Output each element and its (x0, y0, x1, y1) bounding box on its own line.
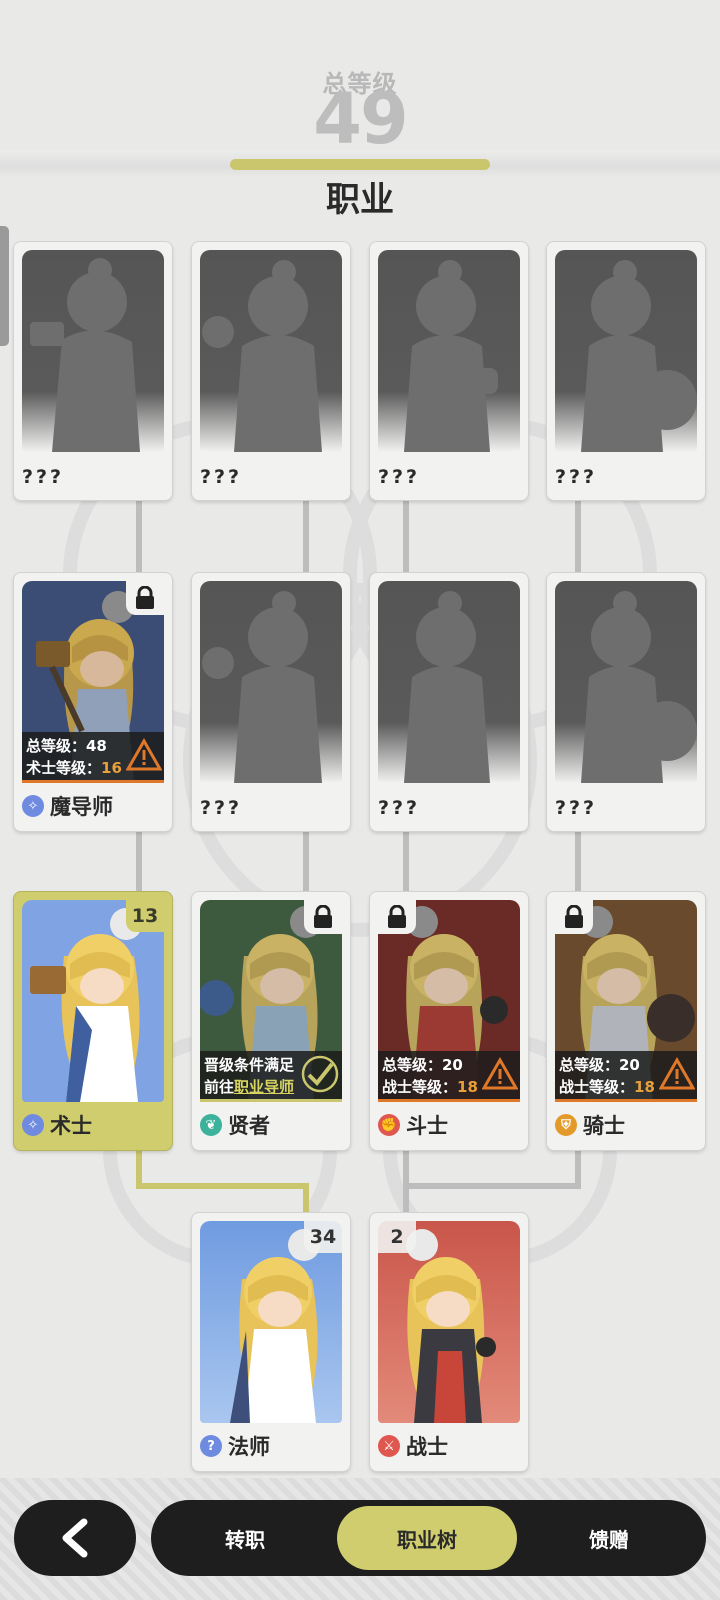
class-name-row: ? 法师 (200, 1431, 270, 1461)
class-card-mage[interactable]: 34 ? 法师 (192, 1213, 350, 1471)
promotion-requirements: 总等级：48 术士等级：16 (22, 732, 164, 783)
class-mentor-link[interactable]: 职业导师 (234, 1078, 294, 1096)
class-card-unknown[interactable]: ??? (370, 242, 528, 500)
chevron-left-icon (62, 1518, 88, 1558)
class-name-row: ⚔ 战士 (378, 1431, 448, 1461)
promotion-requirements: 总等级：20 战士等级：18 (555, 1051, 697, 1102)
shield-class-icon: ⛨ (555, 1114, 577, 1136)
tab-job-change[interactable]: 转职 (155, 1506, 335, 1570)
sword-class-icon: ⚔ (378, 1435, 400, 1457)
class-name: ??? (378, 797, 421, 819)
silhouette-portrait (378, 581, 520, 783)
class-level-badge: 13 (126, 900, 164, 932)
lock-icon (304, 900, 342, 934)
class-card-unknown[interactable]: ??? (547, 573, 705, 831)
lock-icon (378, 900, 416, 934)
promotion-requirements: 总等级：20 战士等级：18 (378, 1051, 520, 1102)
silhouette-portrait (200, 581, 342, 783)
req-class-level-value: 18 (634, 1078, 655, 1096)
tab-bar: 转职 职业树 馈赠 (151, 1500, 706, 1576)
req-class-level-label: 战士等级： (382, 1078, 458, 1096)
class-level-badge: 34 (304, 1221, 342, 1253)
class-card-unknown[interactable]: ??? (370, 573, 528, 831)
class-card-mage-master[interactable]: 总等级：48 术士等级：16 ✧ 魔导师 (14, 573, 172, 831)
class-card-fighter[interactable]: 总等级：20 战士等级：18 ✊ 斗士 (370, 892, 528, 1150)
class-card-warlock[interactable]: 13 ✧ 术士 (14, 892, 172, 1150)
class-name: ??? (200, 466, 243, 488)
class-name: 战士 (406, 1435, 448, 1459)
req-class-level-label: 战士等级： (559, 1078, 635, 1096)
req-goto-label: 前往 (204, 1078, 235, 1096)
class-name: ??? (378, 466, 421, 488)
warning-triangle-icon (482, 1057, 518, 1090)
lock-icon (126, 581, 164, 615)
silhouette-portrait (200, 250, 342, 452)
class-card-warrior[interactable]: 2 ⚔ 战士 (370, 1213, 528, 1471)
warning-triangle-icon (126, 738, 162, 771)
back-button[interactable] (14, 1500, 136, 1576)
fist-class-icon: ✊ (378, 1114, 400, 1136)
class-name-row: ✊ 斗士 (378, 1110, 448, 1140)
class-name: 斗士 (406, 1114, 448, 1138)
req-class-level-value: 18 (457, 1078, 478, 1096)
class-name: 骑士 (583, 1114, 625, 1138)
class-name: ??? (200, 797, 243, 819)
req-class-level-label: 术士等级： (26, 759, 102, 777)
lock-icon (555, 900, 593, 934)
tab-gifts[interactable]: 馈赠 (519, 1506, 699, 1570)
class-name: 魔导师 (50, 795, 113, 819)
magic-class-icon: ? (200, 1435, 222, 1457)
silhouette-portrait (555, 581, 697, 783)
silhouette-portrait (555, 250, 697, 452)
promotion-requirements: 晋级条件满足 前往职业导师 (200, 1051, 342, 1102)
class-name-row: ❦ 贤者 (200, 1110, 270, 1140)
tab-class-tree[interactable]: 职业树 (337, 1506, 517, 1570)
class-name: ??? (22, 466, 65, 488)
class-card-unknown[interactable]: ??? (547, 242, 705, 500)
silhouette-portrait (22, 250, 164, 452)
class-card-unknown[interactable]: ??? (192, 573, 350, 831)
class-card-unknown[interactable]: ??? (192, 242, 350, 500)
class-card-unknown[interactable]: ??? (14, 242, 172, 500)
class-name-row: ⛨ 骑士 (555, 1110, 625, 1140)
magic-class-icon: ✧ (22, 1114, 44, 1136)
class-name: ??? (555, 466, 598, 488)
magic-class-icon: ✧ (22, 795, 44, 817)
class-name: 贤者 (228, 1114, 270, 1138)
warning-triangle-icon (659, 1057, 695, 1090)
class-name-row: ✧ 术士 (22, 1110, 92, 1140)
class-level-badge: 2 (378, 1221, 416, 1253)
class-name: 法师 (228, 1435, 270, 1459)
class-name-row: ✧ 魔导师 (22, 791, 113, 821)
nature-class-icon: ❦ (200, 1114, 222, 1136)
class-name: ??? (555, 797, 598, 819)
class-card-sage[interactable]: 晋级条件满足 前往职业导师 ❦ 贤者 (192, 892, 350, 1150)
class-tree-screen: 总等级 49 职业 ??? ??? ??? ??? 总等级：48 术士等级：16… (0, 0, 720, 1600)
req-class-level-value: 16 (101, 759, 122, 777)
check-icon (301, 1055, 339, 1093)
class-card-knight[interactable]: 总等级：20 战士等级：18 ⛨ 骑士 (547, 892, 705, 1150)
silhouette-portrait (378, 250, 520, 452)
class-name: 术士 (50, 1114, 92, 1138)
